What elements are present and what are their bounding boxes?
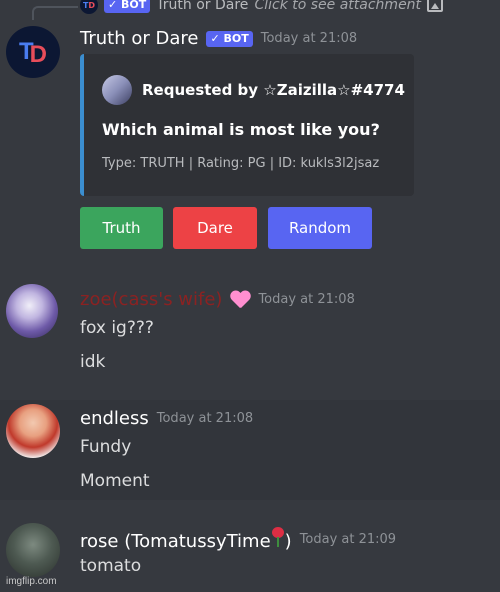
reply-hint[interactable]: Click to see attachment [254,0,421,13]
timestamp: Today at 21:08 [156,411,254,426]
avatar[interactable]: TD [6,26,60,78]
username[interactable]: zoe(cass's wife) [80,289,222,310]
sparkling-heart-icon [230,291,250,309]
reply-avatar: TD [80,0,98,14]
watermark: imgflip.com [6,576,57,587]
reply-preview[interactable]: TD ✓ BOT Truth or Dare Click to see atta… [80,0,444,15]
timestamp: Today at 21:08 [258,292,355,307]
rose-icon [271,527,285,547]
message-text: tomato [80,556,142,576]
bot-tag: ✓ BOT [104,0,151,13]
username[interactable]: rose (TomatussyTime) [80,527,292,552]
truth-button[interactable]: Truth [80,207,163,249]
embed-card: Requested by ☆Zaizilla☆#4774 Which anima… [80,54,414,196]
message-text: fox ig??? [80,318,154,338]
message-header: endless Today at 21:08 [80,408,253,429]
bot-tag: ✓ BOT [206,30,253,47]
message-text: Moment [80,471,150,491]
message-header: zoe(cass's wife) Today at 21:08 [80,289,355,310]
embed-title: Which animal is most like you? [102,120,380,139]
embed-author-text: Requested by ☆Zaizilla☆#4774 [142,81,405,99]
username[interactable]: endless [80,408,149,429]
timestamp: Today at 21:08 [260,31,358,46]
embed-author: Requested by ☆Zaizilla☆#4774 [102,75,405,105]
random-button[interactable]: Random [268,207,372,249]
avatar[interactable] [6,523,60,577]
message-text: idk [80,352,106,372]
reply-username[interactable]: Truth or Dare [156,0,248,13]
reply-connector [32,6,78,20]
author-avatar-icon [102,75,132,105]
dare-button[interactable]: Dare [173,207,257,249]
username[interactable]: Truth or Dare [80,28,198,49]
message-text: Fundy [80,437,132,457]
avatar[interactable] [6,404,60,458]
timestamp: Today at 21:09 [299,532,397,547]
message-header: Truth or Dare ✓ BOT Today at 21:08 [80,28,357,49]
embed-footer: Type: TRUTH | Rating: PG | ID: kukls3l2j… [102,156,380,171]
avatar[interactable] [6,284,58,338]
message-header: rose (TomatussyTime) Today at 21:09 [80,527,396,552]
image-icon [427,0,444,12]
